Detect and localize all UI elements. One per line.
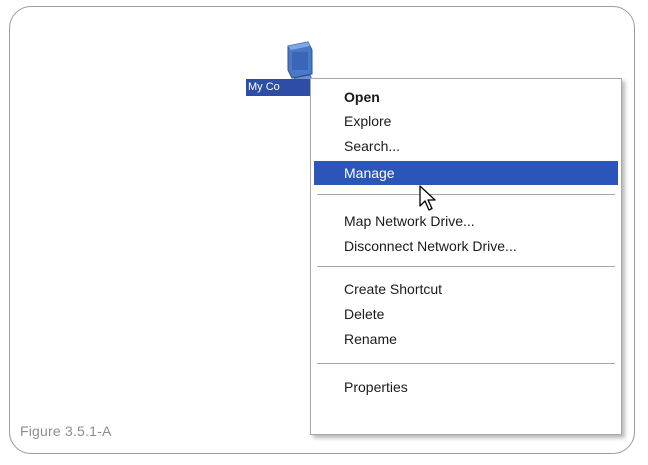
desktop-icon-label[interactable]: My Co — [246, 79, 310, 96]
menu-separator — [317, 363, 615, 365]
menu-item-create-shortcut[interactable]: Create Shortcut — [314, 277, 618, 301]
desktop-icon-my-computer[interactable]: My Co — [246, 40, 316, 110]
menu-item-rename[interactable]: Rename — [314, 327, 618, 351]
menu-item-map-network-drive[interactable]: Map Network Drive... — [314, 209, 618, 233]
menu-item-properties[interactable]: Properties — [314, 375, 618, 399]
menu-separator — [317, 194, 615, 196]
menu-item-open[interactable]: Open — [314, 85, 618, 109]
menu-separator — [317, 266, 615, 268]
menu-item-explore[interactable]: Explore — [314, 109, 618, 133]
context-menu: Open Explore Search... Manage Map Networ… — [310, 78, 622, 435]
menu-item-delete[interactable]: Delete — [314, 302, 618, 326]
menu-item-manage[interactable]: Manage — [314, 161, 618, 185]
figure-caption: Figure 3.5.1-A — [20, 423, 112, 439]
menu-item-disconnect-network-drive[interactable]: Disconnect Network Drive... — [314, 234, 618, 258]
menu-item-search[interactable]: Search... — [314, 134, 618, 158]
arrow-cursor-icon — [418, 184, 440, 214]
